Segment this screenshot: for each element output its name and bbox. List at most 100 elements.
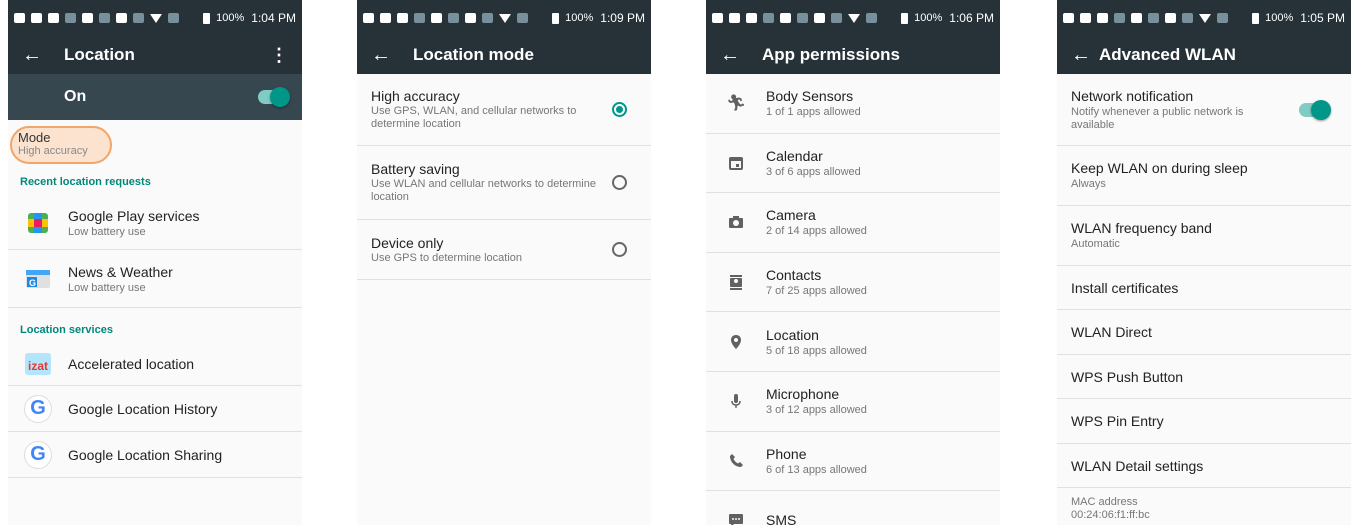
app-usage: Low battery use — [68, 281, 146, 294]
permission-count: 5 of 18 apps allowed — [766, 344, 867, 357]
battery-percent: 100% — [565, 12, 594, 24]
option-title: Device only — [371, 234, 444, 251]
radio-button[interactable] — [612, 175, 627, 190]
setting-wlan-direct[interactable]: WLAN Direct — [1057, 310, 1351, 355]
permission-body-sensors[interactable]: 🏃︎ Body Sensors 1 of 1 apps allowed — [706, 74, 1000, 134]
overflow-menu-icon[interactable]: ⋮ — [270, 45, 288, 66]
permission-count: 2 of 14 apps allowed — [766, 225, 867, 238]
switch-label: On — [64, 88, 87, 105]
mac-address-label: MAC address — [1071, 496, 1138, 508]
service-name: Google Location Sharing — [68, 446, 223, 463]
app-name: News & Weather — [68, 263, 173, 280]
section-header-recent: Recent location requests — [20, 176, 151, 188]
back-arrow-icon[interactable]: ← — [22, 44, 64, 67]
app-permissions-screen: 100% 1:06 PM ← App permissions 🏃︎ Body S… — [706, 0, 1000, 525]
radio-button-selected[interactable] — [612, 102, 627, 117]
battery-icon — [203, 12, 211, 24]
mode-title: Mode — [18, 130, 51, 145]
radio-button[interactable] — [612, 242, 627, 257]
message-icon — [712, 13, 723, 23]
bluetooth-icon — [831, 13, 842, 23]
nfc-icon — [814, 13, 825, 23]
option-description: Use GPS, WLAN, and cellular networks to … — [371, 105, 577, 130]
location-mode-screen: 100% 1:09 PM ← Location mode High accura… — [357, 0, 651, 525]
permission-contacts[interactable]: Contacts 7 of 25 apps allowed — [706, 253, 1000, 313]
battery-percent: 100% — [216, 12, 245, 24]
mode-value: High accuracy — [18, 145, 88, 157]
permission-camera[interactable]: Camera 2 of 14 apps allowed — [706, 193, 1000, 253]
option-high-accuracy[interactable]: High accuracy Use GPS, WLAN, and cellula… — [357, 74, 651, 146]
setting-title: WLAN Detail settings — [1071, 457, 1204, 474]
network-notification-toggle[interactable] — [1299, 99, 1331, 120]
page-title: App permissions — [762, 45, 900, 64]
signal-icon — [866, 13, 877, 23]
list-item-google-location-history[interactable]: G Google Location History — [8, 386, 302, 432]
bluetooth-icon — [133, 13, 144, 23]
location-master-switch[interactable]: On — [8, 74, 302, 120]
clock: 1:06 PM — [949, 11, 994, 25]
location-toggle[interactable] — [258, 87, 290, 107]
svg-text:G: G — [29, 278, 36, 288]
permission-name: SMS — [766, 512, 797, 525]
option-title: Battery saving — [371, 161, 460, 177]
setting-network-notification[interactable]: Network notification Notify whenever a p… — [1057, 74, 1351, 146]
page-title: Location mode — [413, 45, 534, 64]
back-arrow-icon[interactable]: ← — [371, 44, 413, 67]
list-item-google-location-sharing[interactable]: G Google Location Sharing — [8, 432, 302, 478]
page-title: Location — [64, 45, 135, 64]
clock: 1:04 PM — [251, 11, 296, 25]
setting-install-certificates[interactable]: Install certificates — [1057, 266, 1351, 310]
setting-wps-pin-entry[interactable]: WPS Pin Entry — [1057, 399, 1351, 444]
setting-wlan-detail-settings[interactable]: WLAN Detail settings — [1057, 444, 1351, 488]
lock-icon — [1131, 13, 1142, 23]
nfc-icon — [116, 13, 127, 23]
download-icon — [65, 13, 76, 23]
permission-location[interactable]: Location 5 of 18 apps allowed — [706, 312, 1000, 372]
option-battery-saving[interactable]: Battery saving Use WLAN and cellular net… — [357, 146, 651, 220]
app-usage: Low battery use — [68, 225, 146, 238]
list-item-news-weather[interactable]: G News & Weather Low battery use — [8, 250, 302, 308]
image-icon — [448, 13, 459, 23]
permission-name: Microphone — [766, 386, 840, 403]
permission-sms[interactable]: SMS — [706, 491, 1000, 525]
permission-microphone[interactable]: Microphone 3 of 12 apps allowed — [706, 372, 1000, 432]
permission-count: 7 of 25 apps allowed — [766, 285, 867, 298]
wifi-icon — [848, 13, 860, 23]
nfc-icon — [465, 13, 476, 23]
status-bar: 100% 1:06 PM — [706, 0, 1000, 36]
app-bar: ← Location ⋮ — [8, 36, 302, 74]
calendar-icon — [706, 156, 766, 170]
service-name: Accelerated location — [68, 355, 195, 372]
wifi-icon — [1199, 13, 1211, 23]
setting-title: Network notification — [1071, 87, 1194, 104]
mail-icon — [1097, 13, 1108, 23]
nfc-icon — [1165, 13, 1176, 23]
permission-calendar[interactable]: Calendar 3 of 6 apps allowed — [706, 134, 1000, 194]
svg-text:izat: izat — [28, 359, 48, 373]
battery-icon — [901, 12, 909, 24]
battery-icon — [552, 12, 560, 24]
option-device-only[interactable]: Device only Use GPS to determine locatio… — [357, 220, 651, 280]
permission-count: 6 of 13 apps allowed — [766, 463, 867, 476]
download-icon — [1114, 13, 1125, 23]
setting-keep-wlan-on[interactable]: Keep WLAN on during sleep Always — [1057, 146, 1351, 206]
mail-icon — [729, 13, 740, 23]
back-arrow-icon[interactable]: ← — [1071, 44, 1099, 67]
permission-count: 3 of 12 apps allowed — [766, 404, 867, 417]
list-item-accelerated-location[interactable]: izat Accelerated location — [8, 342, 302, 386]
section-header-services: Location services — [20, 324, 113, 336]
battery-icon — [1252, 12, 1260, 24]
setting-title: Install certificates — [1071, 279, 1179, 296]
list-item-google-play-services[interactable]: Google Play services Low battery use — [8, 196, 302, 250]
mode-setting[interactable]: Mode High accuracy — [10, 126, 112, 164]
permission-phone[interactable]: Phone 6 of 13 apps allowed — [706, 432, 1000, 492]
permission-name: Location — [766, 326, 819, 343]
image-icon — [99, 13, 110, 23]
setting-wps-push-button[interactable]: WPS Push Button — [1057, 355, 1351, 399]
back-arrow-icon[interactable]: ← — [720, 44, 762, 67]
body-sensors-icon: 🏃︎ — [725, 95, 747, 113]
setting-wlan-frequency-band[interactable]: WLAN frequency band Automatic — [1057, 206, 1351, 266]
app-bar: ← Location mode — [357, 36, 651, 74]
signal-icon — [1217, 13, 1228, 23]
lock-icon — [780, 13, 791, 23]
